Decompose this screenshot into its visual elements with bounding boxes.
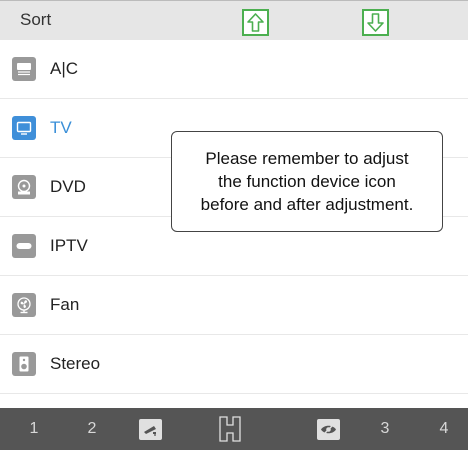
fan-icon [12, 293, 36, 317]
eye-off-icon [316, 418, 340, 440]
device-label: Fan [50, 295, 80, 314]
h-button[interactable] [215, 408, 245, 450]
device-row-ac[interactable]: A|C [0, 40, 468, 99]
bottom-tab-3[interactable]: 3 [373, 408, 397, 450]
device-row-fan[interactable]: Fan [0, 276, 468, 335]
tooltip-line: Please remember to adjust [205, 149, 409, 168]
tooltip-line: the function device icon [218, 172, 396, 191]
tooltip-line: before and after adjustment. [200, 195, 414, 214]
hide-button[interactable] [315, 408, 341, 450]
device-label: A|C [50, 59, 79, 78]
projector-button[interactable] [137, 408, 163, 450]
h-icon [219, 416, 241, 442]
adjustment-tooltip: Please remember to adjust the function d… [171, 131, 443, 232]
ac-icon [12, 57, 36, 81]
bottom-tab-4[interactable]: 4 [432, 408, 456, 450]
device-label: DVD [50, 177, 86, 196]
device-label: IPTV [50, 236, 88, 255]
projector-icon [138, 418, 162, 440]
bottom-bar: 1 2 3 4 [0, 408, 468, 450]
sort-title: Sort [20, 10, 52, 29]
stereo-icon [12, 352, 36, 376]
sort-header: Sort [0, 0, 468, 40]
arrow-up-icon [247, 13, 264, 32]
move-down-button[interactable] [362, 9, 389, 36]
bottom-tab-2[interactable]: 2 [80, 408, 104, 450]
tv-icon [12, 116, 36, 140]
device-label: TV [50, 118, 72, 137]
device-label: Stereo [50, 354, 101, 373]
move-up-button[interactable] [242, 9, 269, 36]
device-row-stereo[interactable]: Stereo [0, 335, 468, 394]
bottom-tab-1[interactable]: 1 [22, 408, 46, 450]
iptv-icon [12, 234, 36, 258]
dvd-icon [12, 175, 36, 199]
arrow-down-icon [367, 13, 384, 32]
